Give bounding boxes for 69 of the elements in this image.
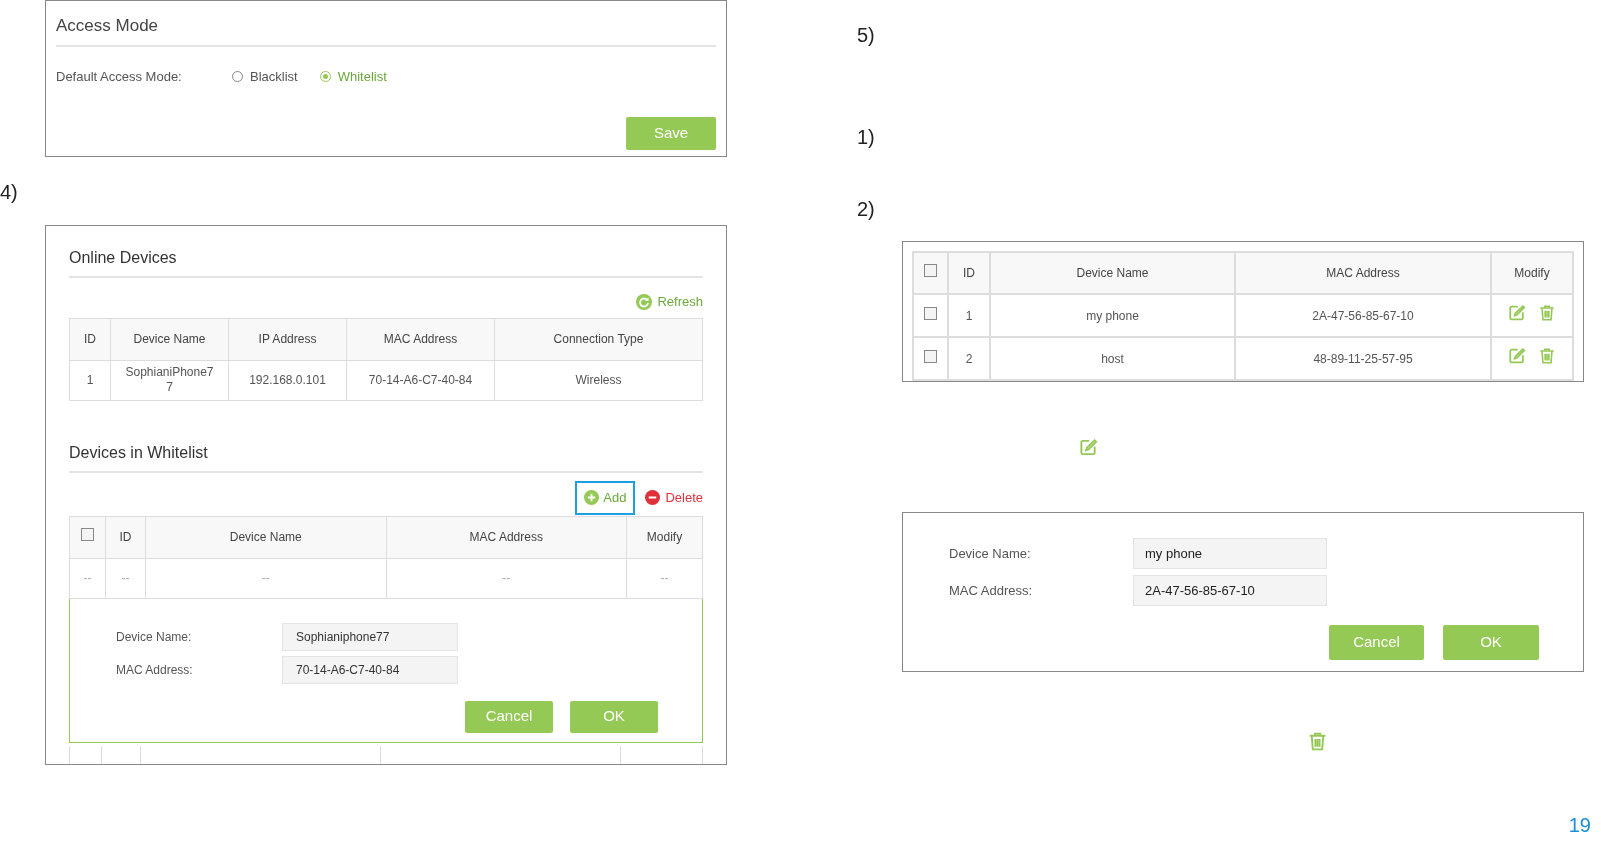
field-label: Device Name: bbox=[116, 628, 193, 646]
column-header: ID bbox=[69, 318, 111, 360]
column-header: IP Address bbox=[228, 318, 347, 360]
input-field[interactable]: my phone bbox=[1133, 538, 1327, 569]
table-cell: 48-89-11-25-57-95 bbox=[1235, 337, 1491, 380]
column-header: MAC Address bbox=[1235, 252, 1491, 294]
column-header: Device Name bbox=[110, 318, 229, 360]
table-cell: 192.168.0.101 bbox=[228, 360, 347, 400]
refresh-icon bbox=[636, 293, 653, 310]
table-cell: 1 bbox=[948, 294, 990, 337]
column-header: ID bbox=[105, 516, 146, 558]
column-header: Device Name bbox=[990, 252, 1235, 294]
table-cell: Wireless bbox=[494, 360, 703, 400]
column-header: Modify bbox=[1491, 252, 1573, 294]
checkbox[interactable] bbox=[924, 349, 937, 363]
step-number: 5) bbox=[857, 23, 875, 48]
table-cell: 70-14-A6-C7-40-84 bbox=[346, 360, 495, 400]
save-button[interactable]: Save bbox=[626, 117, 716, 150]
plus-icon bbox=[584, 490, 600, 505]
refresh-button[interactable]: Refresh bbox=[636, 292, 703, 312]
column-header: Connection Type bbox=[494, 318, 703, 360]
table-cell: -- bbox=[145, 558, 386, 598]
field-label: MAC Address: bbox=[116, 661, 194, 679]
column-header: Device Name bbox=[145, 516, 386, 558]
panel-title: Access Mode bbox=[56, 13, 716, 47]
column-header: Modify bbox=[626, 516, 703, 558]
table-cell: -- bbox=[386, 558, 627, 598]
ok-button[interactable]: OK bbox=[1443, 625, 1539, 660]
checkbox[interactable] bbox=[81, 528, 94, 541]
column-header: MAC Address bbox=[346, 318, 495, 360]
ok-button[interactable]: OK bbox=[570, 700, 658, 733]
table-cell: 2A-47-56-85-67-10 bbox=[1235, 294, 1491, 337]
table-cell: -- bbox=[105, 558, 146, 598]
step-number: 2) bbox=[857, 197, 875, 222]
input-field[interactable]: Sophianiphone77 bbox=[282, 622, 458, 651]
step-number: 1) bbox=[857, 125, 875, 150]
table-cell: 2 bbox=[948, 337, 990, 380]
radio-option[interactable]: Whitelist bbox=[319, 66, 387, 86]
field-label: Device Name: bbox=[949, 544, 1032, 563]
column-header: MAC Address bbox=[386, 516, 627, 558]
section-title: Devices in Whitelist bbox=[69, 440, 703, 473]
add-button[interactable]: Add bbox=[575, 480, 636, 515]
delete-button[interactable]: Delete bbox=[645, 487, 703, 508]
step-number: 4) bbox=[0, 180, 18, 205]
edit-icon[interactable] bbox=[1508, 347, 1526, 365]
trash-icon[interactable] bbox=[1307, 731, 1328, 752]
trash-icon[interactable] bbox=[1538, 347, 1556, 365]
trash-icon[interactable] bbox=[1538, 304, 1556, 322]
radio-option[interactable]: Blacklist bbox=[232, 66, 298, 86]
table-cell: SophianiPhone77 bbox=[110, 360, 229, 400]
edit-icon[interactable] bbox=[1079, 438, 1098, 457]
table-cell: 1 bbox=[69, 360, 111, 400]
table-cell: host bbox=[990, 337, 1235, 380]
input-field[interactable]: 70-14-A6-C7-40-84 bbox=[282, 655, 458, 684]
field-label: Default Access Mode: bbox=[56, 67, 183, 86]
table-cell: my phone bbox=[990, 294, 1235, 337]
column-header: ID bbox=[948, 252, 990, 294]
section-title: Online Devices bbox=[69, 246, 703, 278]
checkbox[interactable] bbox=[924, 306, 937, 320]
cancel-button[interactable]: Cancel bbox=[465, 700, 553, 733]
checkbox[interactable] bbox=[924, 264, 937, 277]
table-cell: -- bbox=[69, 558, 106, 598]
cancel-button[interactable]: Cancel bbox=[1329, 625, 1424, 660]
edit-icon[interactable] bbox=[1508, 304, 1526, 322]
input-field[interactable]: 2A-47-56-85-67-10 bbox=[1133, 575, 1327, 606]
field-label: MAC Address: bbox=[949, 581, 1034, 600]
minus-icon bbox=[645, 490, 661, 505]
page-number: 19 bbox=[1568, 813, 1591, 838]
table-cell: -- bbox=[626, 558, 703, 598]
